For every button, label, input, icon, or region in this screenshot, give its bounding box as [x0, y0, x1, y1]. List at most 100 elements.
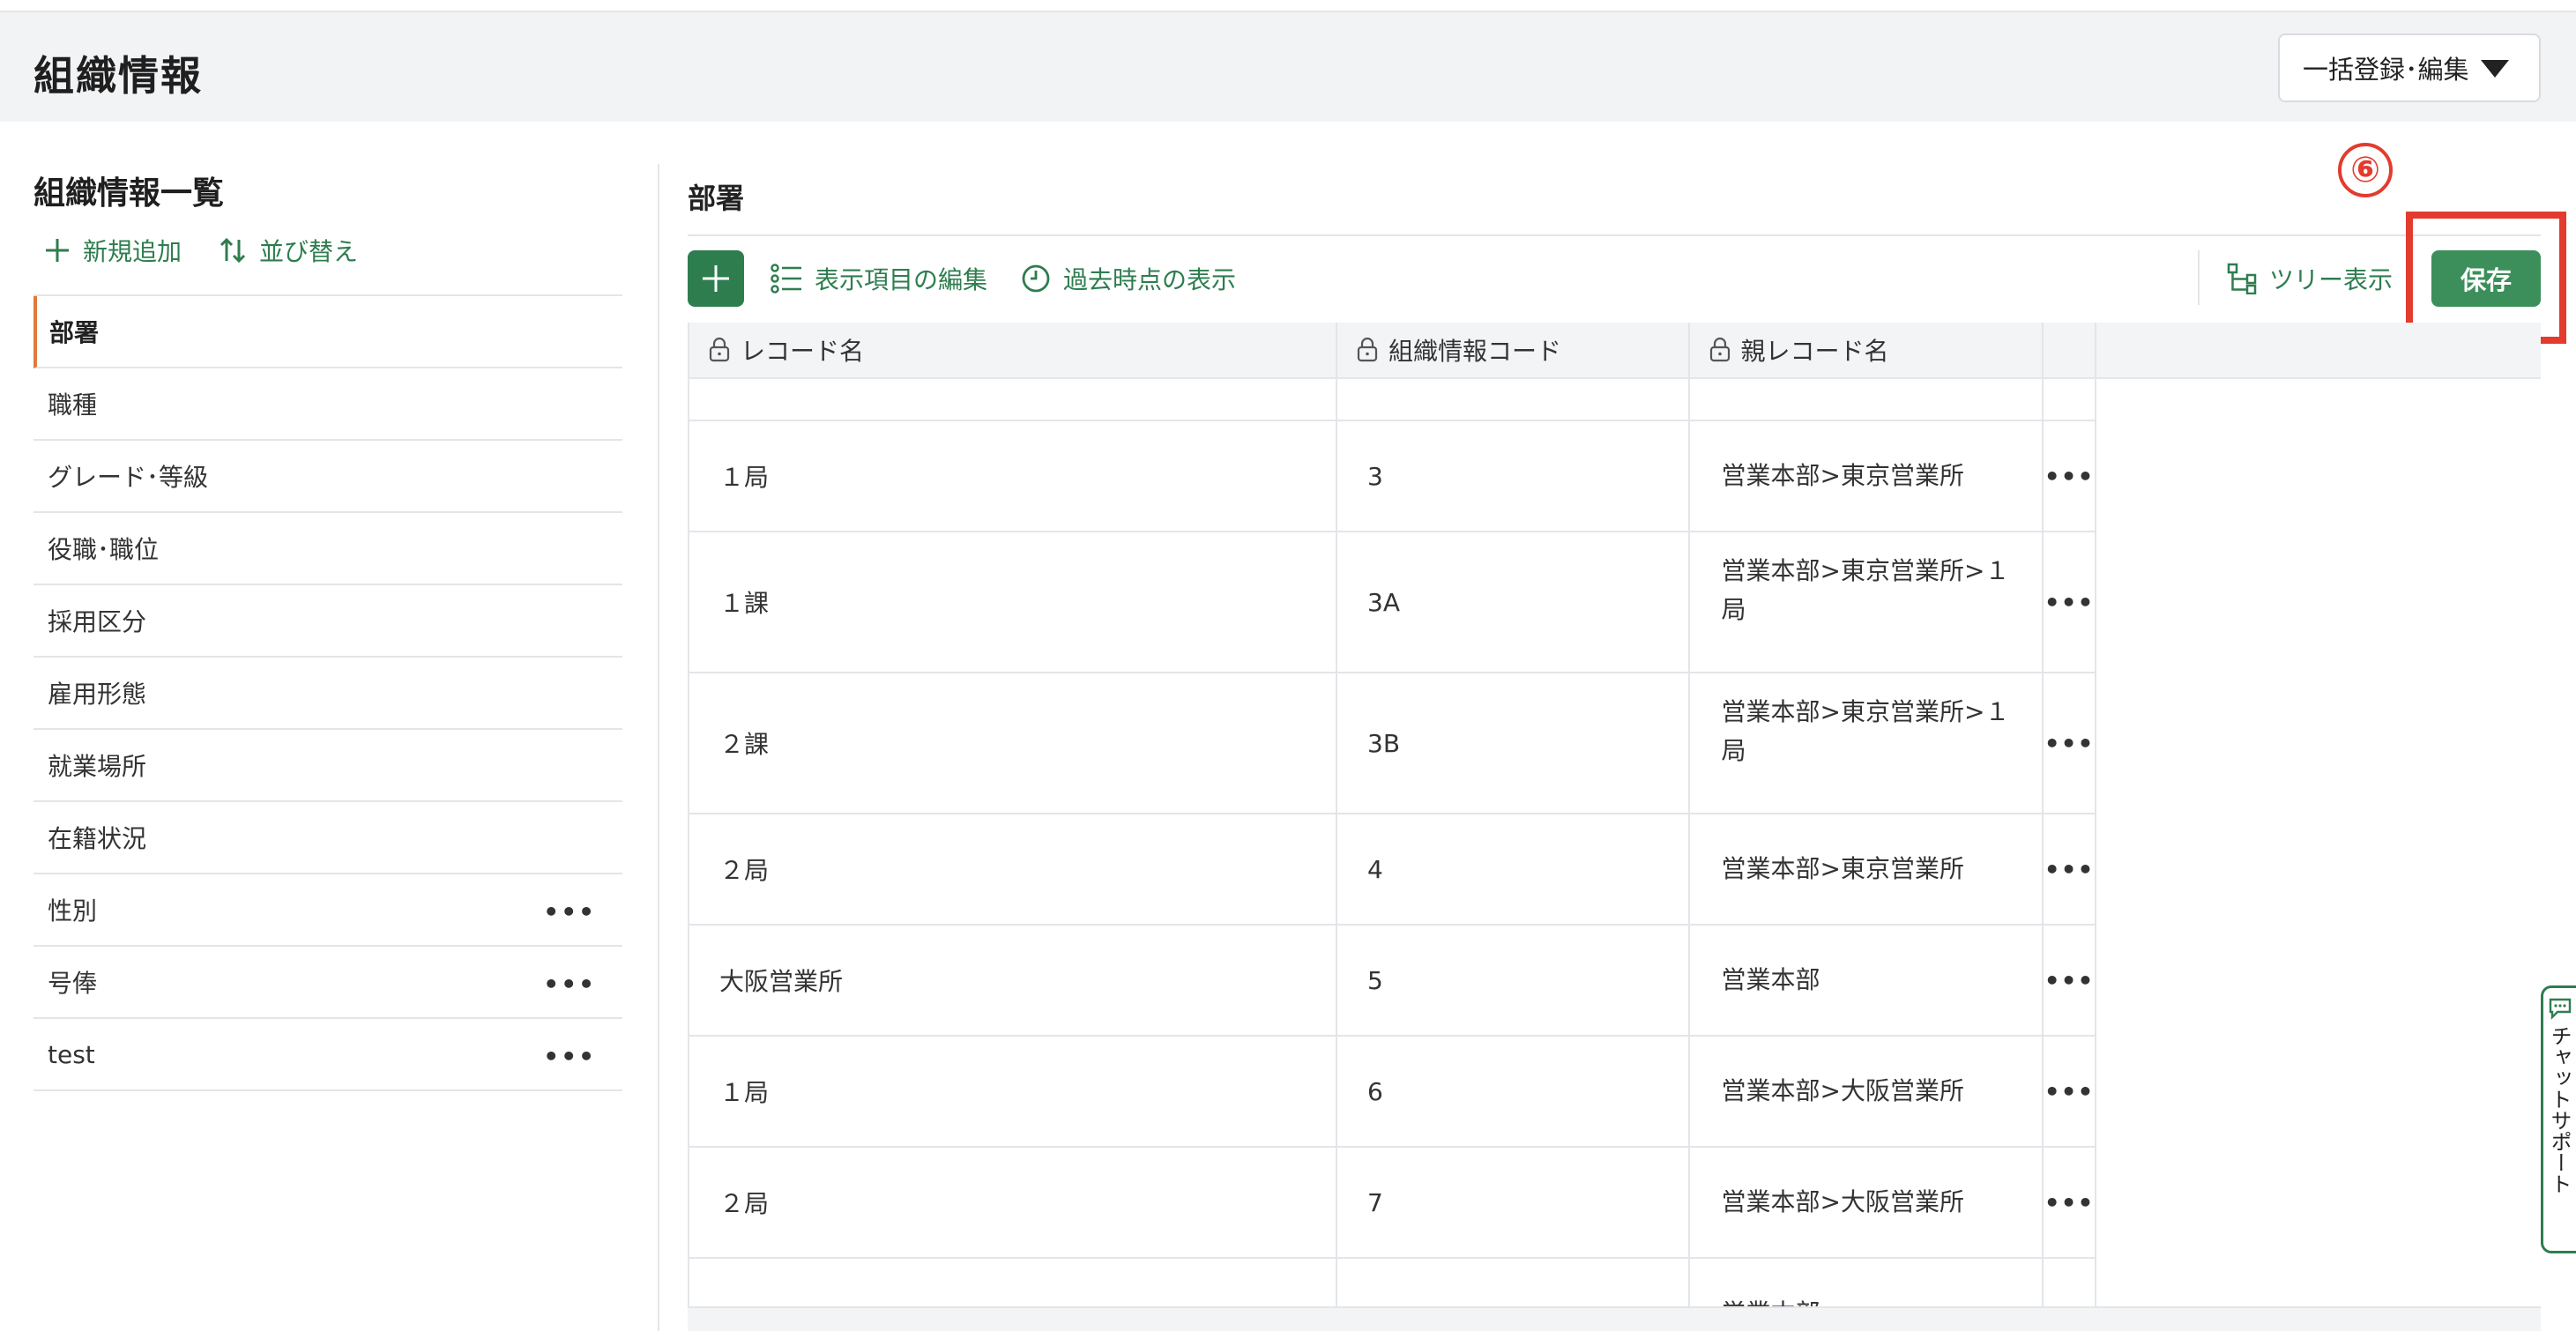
chat-bubble-icon — [2549, 998, 2571, 1020]
row-menu-icon[interactable]: ••• — [2044, 814, 2096, 924]
bulk-register-edit-label: 一括登録･編集 — [2303, 55, 2469, 85]
tree-view-button[interactable]: ツリー表示 — [2227, 261, 2393, 296]
table-header-filler — [2096, 323, 2541, 379]
more-menu-icon[interactable]: ••• — [543, 1042, 596, 1071]
parent-record-cell: 営業本部>大阪営業所 — [1690, 1037, 2044, 1146]
record-name-cell: ２課 — [689, 673, 1338, 813]
table-row[interactable]: ２課 3B 営業本部>東京営業所>１局 ••• — [689, 673, 2096, 814]
row-menu-icon[interactable]: ••• — [2044, 532, 2096, 672]
record-name-cell: １課 — [689, 532, 1338, 672]
record-name-cell: １局 — [689, 1037, 1338, 1146]
left-list-item-label: test — [48, 1039, 95, 1069]
left-list-item-label: 在籍状況 — [48, 824, 147, 853]
left-list-item[interactable]: 役職･職位 — [34, 513, 622, 585]
org-code-cell: 7 — [1337, 1148, 1690, 1257]
left-list-item[interactable]: 部署 — [34, 296, 622, 368]
top-strip — [0, 0, 2576, 12]
past-view-button[interactable]: 過去時点の表示 — [1021, 261, 1236, 296]
left-list-item-label: 就業場所 — [48, 752, 147, 781]
parent-record-cell: 営業本部>東京営業所 — [1690, 814, 2044, 924]
more-menu-icon[interactable]: ••• — [543, 897, 596, 926]
table-row[interactable]: １局 3 営業本部>東京営業所 ••• — [689, 421, 2096, 532]
page-title: 組織情報 — [34, 52, 203, 100]
left-list-item-label: 職種 — [48, 390, 98, 420]
past-view-label: 過去時点の表示 — [1063, 265, 1237, 294]
department-table: レコード名 組織情報コード 親レコード名 １局 3 営業本部>東京営業所 ••• １課 3… — [688, 323, 2096, 1331]
lock-icon — [1357, 338, 1378, 362]
column-header-actions — [2044, 323, 2096, 377]
column-header-parent-record[interactable]: 親レコード名 — [1690, 323, 2044, 377]
sort-arrows-icon — [220, 237, 246, 264]
left-list-item[interactable]: 職種 — [34, 368, 622, 441]
left-list-item-label: 部署 — [49, 318, 100, 347]
edit-columns-button[interactable]: 表示項目の編集 — [771, 261, 987, 296]
left-list-item[interactable]: 号俸 ••• — [34, 947, 622, 1019]
record-name-cell: １局 — [689, 421, 1338, 531]
step-marker: ⑥ — [2338, 143, 2393, 197]
table-row[interactable]: ２局 4 営業本部>東京営業所 ••• — [689, 814, 2096, 926]
pagination-bar — [688, 1306, 2541, 1331]
table-row[interactable]: ２局 7 営業本部>大阪営業所 ••• — [689, 1148, 2096, 1259]
parent-record-cell: 営業本部>東京営業所 — [1690, 421, 2044, 531]
org-code-cell: 4 — [1337, 814, 1690, 924]
page-header: 組織情報 一括登録･編集 — [0, 12, 2576, 122]
table-body: １局 3 営業本部>東京営業所 ••• １課 3A 営業本部>東京営業所>１局 ••• ２課 3B… — [689, 379, 2096, 1331]
table-row[interactable]: １課 3A 営業本部>東京営業所>１局 ••• — [689, 532, 2096, 673]
add-record-button[interactable] — [688, 250, 744, 307]
row-menu-icon[interactable]: ••• — [2044, 1037, 2096, 1146]
row-menu-icon[interactable]: ••• — [2044, 1148, 2096, 1257]
panel-divider — [658, 164, 659, 1331]
left-list-item[interactable]: 就業場所 — [34, 730, 622, 802]
record-name-cell: ２局 — [689, 814, 1338, 924]
left-list-item[interactable]: 雇用形態 — [34, 658, 622, 730]
column-header-record-name[interactable]: レコード名 — [689, 323, 1338, 377]
sort-button[interactable]: 並び替え — [219, 233, 358, 268]
parent-record-cell: 営業本部 — [1690, 926, 2044, 1035]
org-code-cell: 5 — [1337, 926, 1690, 1035]
table-row[interactable] — [689, 379, 2096, 421]
column-header-org-code[interactable]: 組織情報コード — [1337, 323, 1690, 377]
row-menu-icon[interactable]: ••• — [2044, 421, 2096, 531]
parent-record-cell: 営業本部>東京営業所>１局 — [1690, 673, 2044, 813]
left-list-item-label: 号俸 — [48, 969, 98, 998]
row-menu-icon[interactable]: ••• — [2044, 926, 2096, 1035]
chat-support-tab[interactable]: チャットサポート — [2541, 985, 2576, 1253]
left-list-item-label: 性別 — [48, 896, 98, 926]
section-divider — [688, 234, 2541, 236]
left-list-item[interactable]: グレード･等級 — [34, 441, 622, 513]
org-code-cell — [1337, 379, 1690, 420]
list-icon — [771, 264, 801, 294]
column-header-label: レコード名 — [741, 337, 865, 366]
parent-record-cell: 営業本部>大阪営業所 — [1690, 1148, 2044, 1257]
org-code-cell: 6 — [1337, 1037, 1690, 1146]
org-code-cell: 3B — [1337, 673, 1690, 813]
left-list-item[interactable]: 在籍状況 — [34, 802, 622, 874]
record-name-cell: 大阪営業所 — [689, 926, 1338, 1035]
org-info-list-title: 組織情報一覧 — [34, 175, 225, 212]
toolbar-divider — [2198, 250, 2200, 305]
tree-icon — [2227, 263, 2257, 294]
more-menu-icon[interactable]: ••• — [543, 970, 596, 999]
left-list-item[interactable]: test ••• — [34, 1019, 622, 1091]
row-menu-icon[interactable]: ••• — [2044, 673, 2096, 813]
table-row[interactable]: 大阪営業所 5 営業本部 ••• — [689, 926, 2096, 1037]
left-actions: 新規追加 並び替え — [44, 233, 358, 268]
left-list-item-label: 採用区分 — [48, 607, 147, 636]
clock-icon — [1022, 264, 1050, 293]
add-new-button[interactable]: 新規追加 — [44, 233, 182, 268]
left-list-item-label: 役職･職位 — [48, 535, 160, 564]
lock-icon — [709, 338, 730, 362]
lock-icon — [1709, 338, 1730, 362]
left-list-item-label: 雇用形態 — [48, 680, 147, 709]
table-header: レコード名 組織情報コード 親レコード名 — [689, 323, 2096, 379]
bulk-register-edit-button[interactable]: 一括登録･編集 — [2278, 33, 2541, 102]
record-name-cell: ２局 — [689, 1148, 1338, 1257]
table-row[interactable]: １局 6 営業本部>大阪営業所 ••• — [689, 1037, 2096, 1148]
left-list-item[interactable]: 性別 ••• — [34, 874, 622, 947]
org-code-cell: 3 — [1337, 421, 1690, 531]
row-menu-icon[interactable] — [2044, 379, 2096, 420]
left-list-item[interactable]: 採用区分 — [34, 585, 622, 658]
chat-support-label: チャットサポート — [2547, 1025, 2572, 1194]
section-title: 部署 — [688, 182, 745, 215]
edit-columns-label: 表示項目の編集 — [815, 265, 988, 294]
